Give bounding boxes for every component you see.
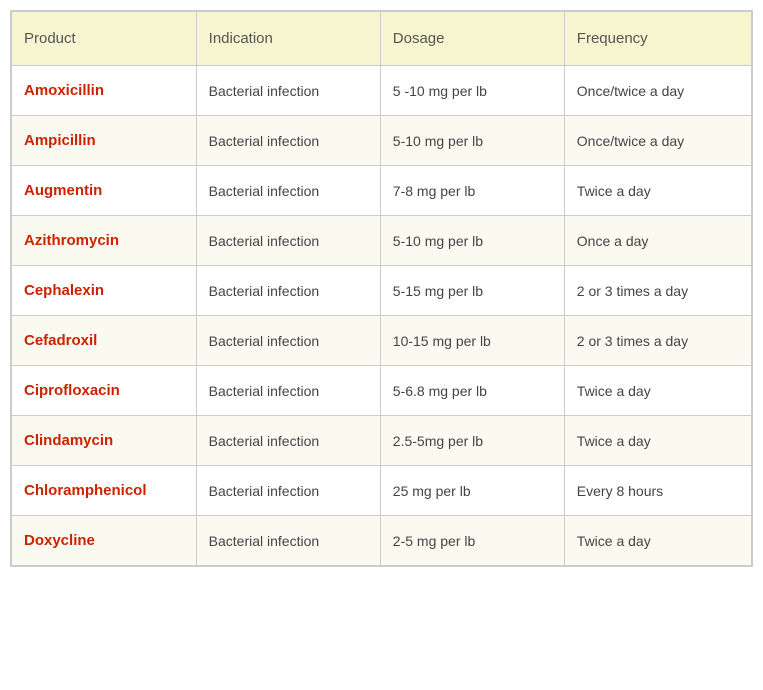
cell-product: Doxycline: [12, 516, 197, 566]
cell-frequency: Every 8 hours: [564, 466, 751, 516]
product-name: Cefadroxil: [24, 332, 97, 349]
table-row: Augmentin Bacterial infection7-8 mg per l…: [12, 166, 752, 216]
table-row: Amoxicillin Bacterial infection5 -10 mg p…: [12, 66, 752, 116]
cell-frequency: Once/twice a day: [564, 66, 751, 116]
cell-indication: Bacterial infection: [196, 166, 380, 216]
header-product: Product: [12, 12, 197, 66]
product-name: Augmentin: [24, 182, 102, 199]
header-indication: Indication: [196, 12, 380, 66]
table-header-row: Product Indication Dosage Frequency: [12, 12, 752, 66]
cell-dosage: 5-6.8 mg per lb: [380, 366, 564, 416]
cell-frequency: 2 or 3 times a day: [564, 316, 751, 366]
cell-indication: Bacterial infection: [196, 516, 380, 566]
cell-indication: Bacterial infection: [196, 366, 380, 416]
header-dosage: Dosage: [380, 12, 564, 66]
cell-indication: Bacterial infection: [196, 416, 380, 466]
cell-product: Azithromycin: [12, 216, 197, 266]
cell-product: Chloramphenicol: [12, 466, 197, 516]
cell-product: Cephalexin: [12, 266, 197, 316]
table-row: Ampicillin Bacterial infection5-10 mg per…: [12, 116, 752, 166]
header-frequency: Frequency: [564, 12, 751, 66]
cell-indication: Bacterial infection: [196, 466, 380, 516]
table-row: Ciprofloxacin Bacterial infection5-6.8 mg…: [12, 366, 752, 416]
product-name: Ciprofloxacin: [24, 382, 120, 399]
cell-frequency: Twice a day: [564, 516, 751, 566]
cell-dosage: 7-8 mg per lb: [380, 166, 564, 216]
cell-frequency: Twice a day: [564, 366, 751, 416]
product-name: Clindamycin: [24, 432, 113, 449]
table-row: Clindamycin Bacterial infection2.5-5mg pe…: [12, 416, 752, 466]
table-body: AmoxicillinBacterial infection5 -10 mg p…: [12, 66, 752, 566]
cell-dosage: 2.5-5mg per lb: [380, 416, 564, 466]
product-name: Cephalexin: [24, 282, 104, 299]
table-row: Cephalexin Bacterial infection5-15 mg per…: [12, 266, 752, 316]
cell-dosage: 5-15 mg per lb: [380, 266, 564, 316]
table-row: Cefadroxil Bacterial infection10-15 mg pe…: [12, 316, 752, 366]
cell-dosage: 5-10 mg per lb: [380, 216, 564, 266]
cell-indication: Bacterial infection: [196, 116, 380, 166]
table-row: Doxycline Bacterial infection2-5 mg per l…: [12, 516, 752, 566]
cell-dosage: 5-10 mg per lb: [380, 116, 564, 166]
cell-indication: Bacterial infection: [196, 316, 380, 366]
product-name: Chloramphenicol: [24, 482, 147, 499]
cell-product: Ciprofloxacin: [12, 366, 197, 416]
cell-dosage: 5 -10 mg per lb: [380, 66, 564, 116]
cell-frequency: Twice a day: [564, 416, 751, 466]
table-row: Chloramphenicol Bacterial infection25 mg …: [12, 466, 752, 516]
product-name: Ampicillin: [24, 132, 96, 149]
medication-table: Product Indication Dosage Frequency Amox…: [10, 10, 753, 567]
cell-indication: Bacterial infection: [196, 216, 380, 266]
cell-product: Augmentin: [12, 166, 197, 216]
product-name: Azithromycin: [24, 232, 119, 249]
product-name: Amoxicillin: [24, 82, 104, 99]
cell-frequency: 2 or 3 times a day: [564, 266, 751, 316]
cell-frequency: Once/twice a day: [564, 116, 751, 166]
cell-indication: Bacterial infection: [196, 66, 380, 116]
cell-product: Amoxicillin: [12, 66, 197, 116]
cell-frequency: Once a day: [564, 216, 751, 266]
cell-product: Ampicillin: [12, 116, 197, 166]
cell-product: Clindamycin: [12, 416, 197, 466]
product-name: Doxycline: [24, 532, 95, 549]
cell-dosage: 10-15 mg per lb: [380, 316, 564, 366]
table-row: Azithromycin Bacterial infection5-10 mg p…: [12, 216, 752, 266]
cell-dosage: 2-5 mg per lb: [380, 516, 564, 566]
cell-dosage: 25 mg per lb: [380, 466, 564, 516]
cell-frequency: Twice a day: [564, 166, 751, 216]
cell-product: Cefadroxil: [12, 316, 197, 366]
cell-indication: Bacterial infection: [196, 266, 380, 316]
